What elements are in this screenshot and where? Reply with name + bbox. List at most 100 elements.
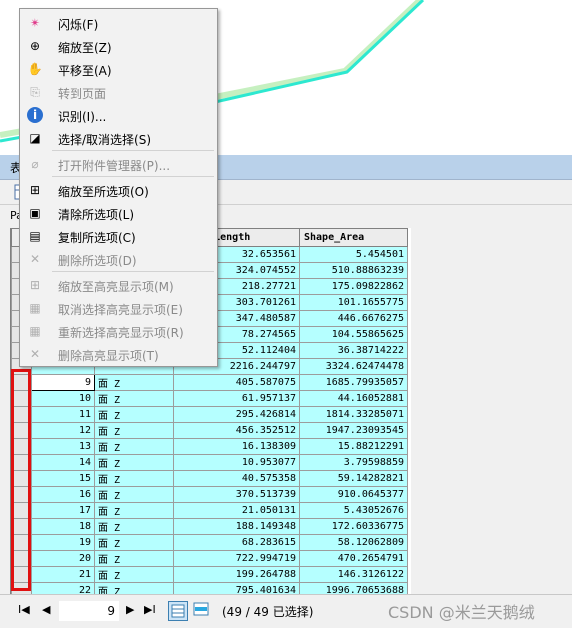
table-row[interactable]: 21 面 Z 199.264788 146.3126122 <box>11 566 408 583</box>
reselect-highlight-icon: ▦ <box>29 324 41 338</box>
shape-length-cell: 10.953077 <box>173 454 300 471</box>
prev-record-button[interactable]: ◀ <box>42 603 50 616</box>
shape-length-cell: 722.994719 <box>173 550 300 567</box>
shape-area-cell: 510.88863239 <box>299 262 408 279</box>
shape-area-cell: 1996.70653688 <box>299 582 408 594</box>
shape-area-cell: 1947.23093545 <box>299 422 408 439</box>
fid-cell: 16 <box>31 486 95 503</box>
menu-item-identify[interactable]: i 识别(I)... <box>20 104 217 126</box>
attachment-icon: ⌀ <box>31 157 39 171</box>
fid-cell: 13 <box>31 438 95 455</box>
menu-separator <box>52 150 214 151</box>
fid-cell: 17 <box>31 502 95 519</box>
table-row[interactable]: 17 面 Z 21.050131 5.43052676 <box>11 502 408 519</box>
shape-cell: 面 Z <box>94 582 174 594</box>
shape-length-cell: 188.149348 <box>173 518 300 535</box>
shape-area-cell: 1685.79935057 <box>299 374 408 391</box>
shape-length-cell: 40.575358 <box>173 470 300 487</box>
table-row[interactable]: 15 面 Z 40.575358 59.14282821 <box>11 470 408 487</box>
zoom-highlight-icon: ⊞ <box>29 278 41 292</box>
table-row[interactable]: 19 面 Z 68.283615 58.12062809 <box>11 534 408 551</box>
show-selected-records-icon[interactable] <box>193 601 209 617</box>
table-row[interactable]: 20 面 Z 722.994719 470.2654791 <box>11 550 408 567</box>
menu-item-label: 转到页面 <box>58 87 107 101</box>
menu-item-label: 缩放至高亮显示项(M) <box>58 280 174 294</box>
highlight-box <box>11 369 31 591</box>
shape-cell: 面 Z <box>94 550 174 567</box>
table-row[interactable]: 10 面 Z 61.957137 44.16052881 <box>11 390 408 407</box>
menu-item-clear-selection[interactable]: ▣ 清除所选项(L) <box>20 202 217 224</box>
table-row[interactable]: 14 面 Z 10.953077 3.79598859 <box>11 454 408 471</box>
menu-item-zoom-highlight: ⊞ 缩放至高亮显示项(M) <box>20 274 217 296</box>
menu-item-label: 删除所选项(D) <box>58 254 137 268</box>
menu-item-unselect-highlight: ▦ 取消选择高亮显示项(E) <box>20 297 217 319</box>
first-record-button[interactable]: I◀ <box>18 603 30 616</box>
fid-cell: 11 <box>31 406 95 423</box>
shape-length-cell: 295.426814 <box>173 406 300 423</box>
clear-selection-icon: ▣ <box>29 206 41 220</box>
fid-cell: 19 <box>31 534 95 551</box>
fid-cell: 14 <box>31 454 95 471</box>
shape-area-cell: 910.0645377 <box>299 486 408 503</box>
shape-cell: 面 Z <box>94 454 174 471</box>
shape-cell: 面 Z <box>94 422 174 439</box>
table-row[interactable]: 12 面 Z 456.352512 1947.23093545 <box>11 422 408 439</box>
shape-area-cell: 5.454501 <box>299 246 408 263</box>
menu-item-pan-hand[interactable]: ✋ 平移至(A) <box>20 58 217 80</box>
context-menu: ✴ 闪烁(F) ⊕ 缩放至(Z) ✋ 平移至(A) ⎘ 转到页面 i 识别(I)... ◪ 选择/取消… <box>19 8 218 367</box>
zoom-selected-icon: ⊞ <box>29 183 41 197</box>
menu-item-zoom[interactable]: ⊕ 缩放至(Z) <box>20 35 217 57</box>
shape-area-cell: 1814.33285071 <box>299 406 408 423</box>
fid-cell: 22 <box>31 582 95 594</box>
menu-item-label: 选择/取消选择(S) <box>58 133 152 147</box>
shape-length-cell: 61.957137 <box>173 390 300 407</box>
menu-item-select[interactable]: ◪ 选择/取消选择(S) <box>20 127 217 149</box>
menu-item-label: 缩放至所选项(O) <box>58 185 149 199</box>
next-record-button[interactable]: ▶ <box>126 603 134 616</box>
fid-cell: 10 <box>31 390 95 407</box>
record-number: 9 <box>107 604 115 618</box>
menu-separator <box>52 271 214 272</box>
menu-item-label: 删除高亮显示项(T) <box>58 349 159 363</box>
menu-item-label: 复制所选项(C) <box>58 231 136 245</box>
last-record-button[interactable]: ▶I <box>144 603 156 616</box>
fid-cell: 12 <box>31 422 95 439</box>
shape-length-cell: 456.352512 <box>173 422 300 439</box>
shape-cell: 面 Z <box>94 470 174 487</box>
shape-length-cell: 21.050131 <box>173 502 300 519</box>
fid-cell: 9 <box>31 374 95 391</box>
shape-cell: 面 Z <box>94 438 174 455</box>
shape-area-cell: 58.12062809 <box>299 534 408 551</box>
show-all-records-icon[interactable] <box>168 601 188 621</box>
col-shape-area-header[interactable]: Shape_Area <box>299 228 408 247</box>
menu-item-copy-selected[interactable]: ▤ 复制所选项(C) <box>20 225 217 247</box>
shape-area-cell: 172.60336775 <box>299 518 408 535</box>
table-row[interactable]: 18 面 Z 188.149348 172.60336775 <box>11 518 408 535</box>
identify-icon: i <box>27 107 43 123</box>
menu-item-label: 闪烁(F) <box>58 18 99 32</box>
table-row[interactable]: 16 面 Z 370.513739 910.0645377 <box>11 486 408 503</box>
shape-cell: 面 Z <box>94 390 174 407</box>
shape-area-cell: 15.88212291 <box>299 438 408 455</box>
shape-length-cell: 68.283615 <box>173 534 300 551</box>
record-number-input[interactable]: 9 <box>58 600 120 622</box>
table-row[interactable]: 22 面 Z 795.401634 1996.70653688 <box>11 582 408 594</box>
menu-item-label: 重新选择高亮显示项(R) <box>58 326 184 340</box>
shape-area-cell: 59.14282821 <box>299 470 408 487</box>
table-row[interactable]: 9面 Z 405.587075 1685.79935057 <box>11 374 408 391</box>
menu-item-label: 取消选择高亮显示项(E) <box>58 303 183 317</box>
shape-area-cell: 446.6676275 <box>299 310 408 327</box>
shape-area-cell: 36.38714222 <box>299 342 408 359</box>
shape-area-cell: 101.1655775 <box>299 294 408 311</box>
copy-selected-icon: ▤ <box>29 229 41 243</box>
table-row[interactable]: 13 面 Z 16.138309 15.88212291 <box>11 438 408 455</box>
shape-area-cell: 146.3126122 <box>299 566 408 583</box>
shape-cell: 面 Z <box>94 518 174 535</box>
menu-item-delete: ✕ 删除所选项(D) <box>20 248 217 270</box>
shape-area-cell: 44.16052881 <box>299 390 408 407</box>
shape-cell: 面 Z <box>94 374 174 391</box>
delete-icon: ✕ <box>29 252 41 266</box>
table-row[interactable]: 11 面 Z 295.426814 1814.33285071 <box>11 406 408 423</box>
menu-item-flash[interactable]: ✴ 闪烁(F) <box>20 12 217 34</box>
menu-item-zoom-selected[interactable]: ⊞ 缩放至所选项(O) <box>20 179 217 201</box>
